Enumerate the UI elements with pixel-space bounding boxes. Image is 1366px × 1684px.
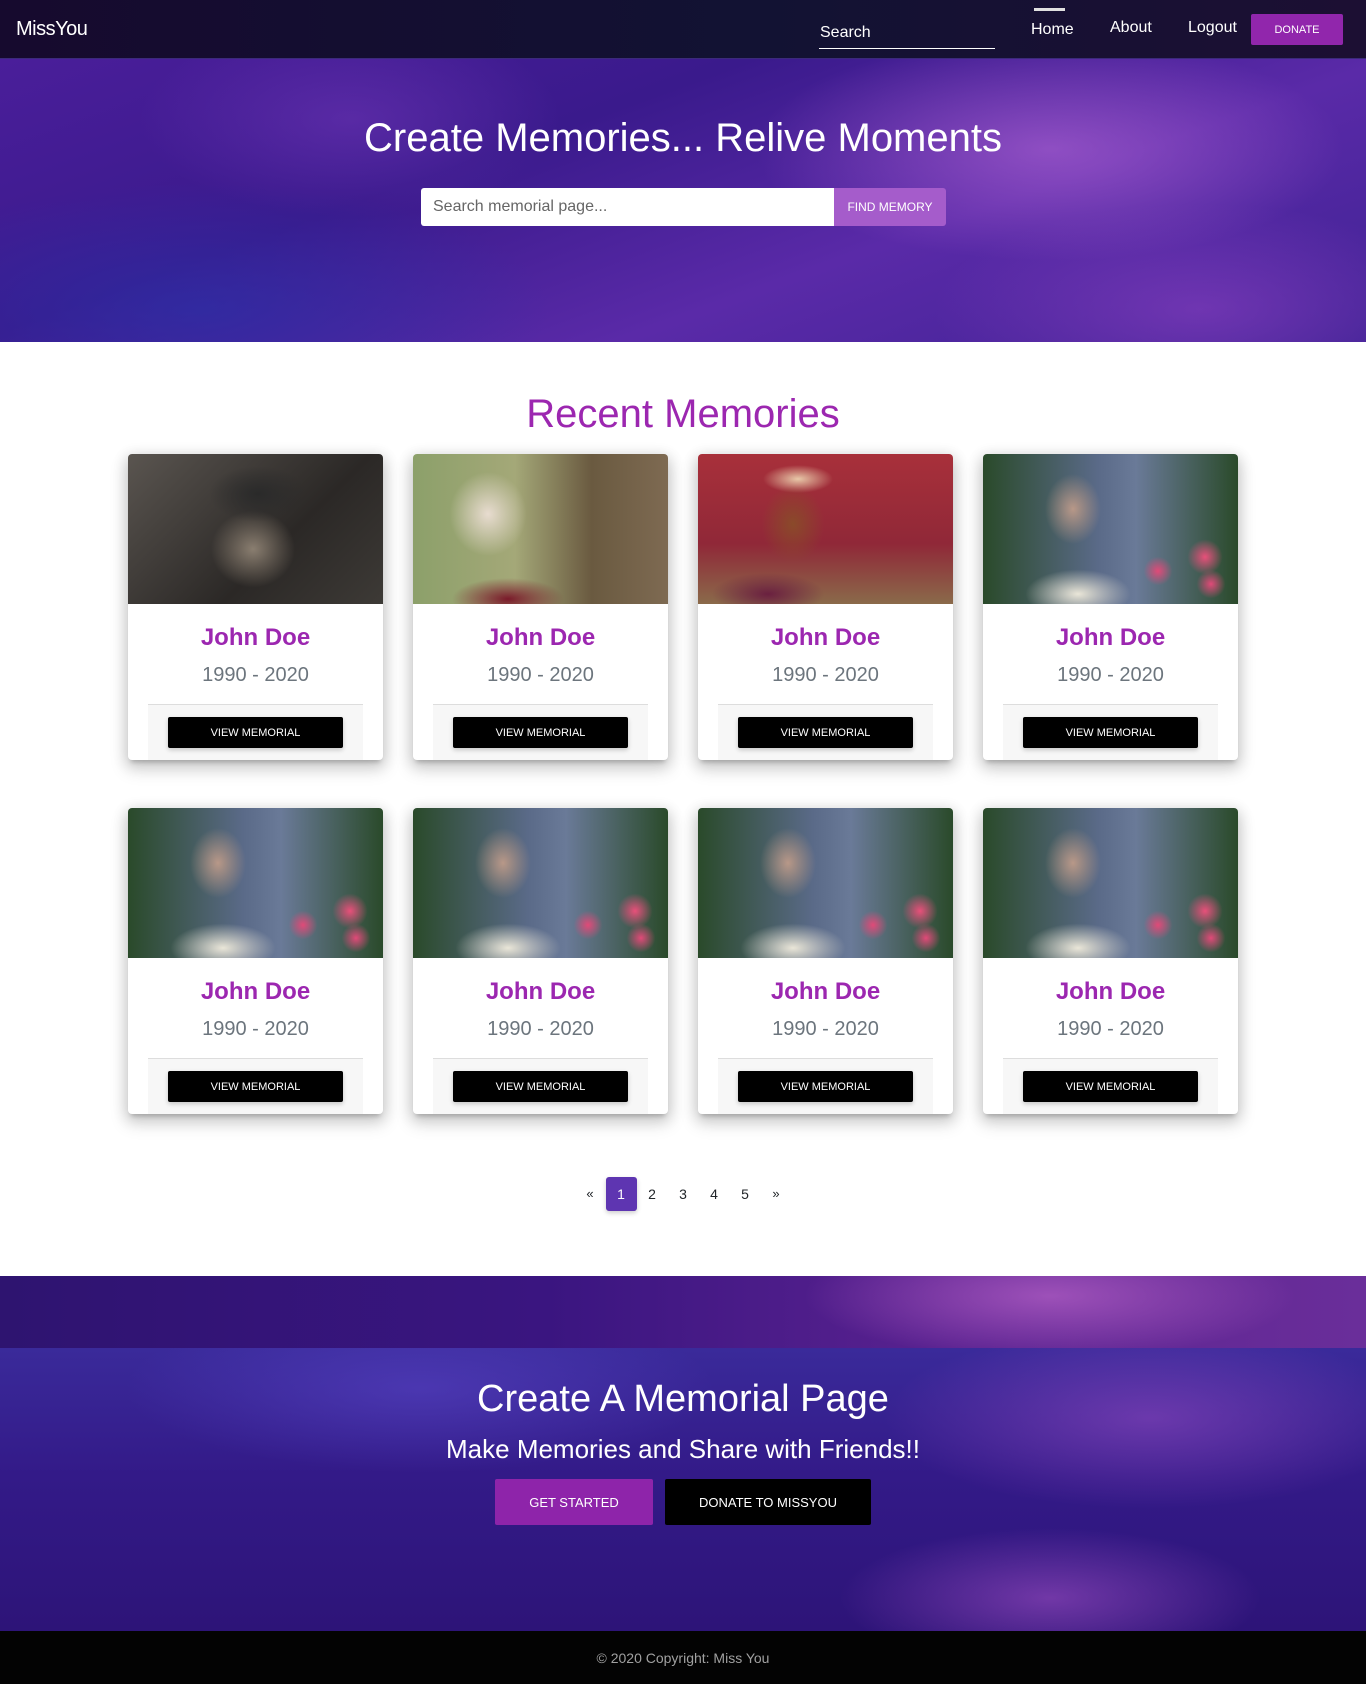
card-name: John Doe <box>485 624 596 651</box>
card-name: John Doe <box>1055 624 1166 651</box>
view-memorial-button[interactable]: VIEW MEMORIAL <box>738 1071 913 1102</box>
elderly-woman-flowers-photo[interactable] <box>983 808 1238 958</box>
hero-title: Create Memories... Relive Moments <box>364 116 1002 160</box>
view-memorial-button[interactable]: VIEW MEMORIAL <box>453 1071 628 1102</box>
copyright-text: © 2020 Copyright: Miss You <box>596 1650 770 1666</box>
nav-link-logout[interactable]: Logout <box>1188 19 1237 37</box>
memory-card: John Doe 1990 - 2020 VIEW MEMORIAL <box>983 454 1238 760</box>
card-years: 1990 - 2020 <box>1057 664 1164 686</box>
nav-active-indicator <box>1034 8 1065 11</box>
pagination-page-4[interactable]: 4 <box>699 1177 730 1211</box>
brand-logo[interactable]: MissYou <box>16 18 88 41</box>
pagination-page-2[interactable]: 2 <box>637 1177 668 1211</box>
card-years: 1990 - 2020 <box>487 664 594 686</box>
card-footer: VIEW MEMORIAL <box>1003 704 1218 760</box>
card-footer: VIEW MEMORIAL <box>433 704 648 760</box>
memory-card: John Doe 1990 - 2020 VIEW MEMORIAL <box>983 808 1238 1114</box>
card-name: John Doe <box>200 624 311 651</box>
memory-card: John Doe 1990 - 2020 VIEW MEMORIAL <box>128 454 383 760</box>
card-name: John Doe <box>1055 978 1166 1005</box>
card-years: 1990 - 2020 <box>772 1018 879 1040</box>
nav-link-about[interactable]: About <box>1110 19 1152 37</box>
elderly-woman-headscarf-photo[interactable] <box>698 454 953 604</box>
card-footer: VIEW MEMORIAL <box>433 1058 648 1114</box>
nav-search-input[interactable] <box>819 18 995 49</box>
recent-memories-title: Recent Memories <box>526 392 840 436</box>
elderly-woman-flowers-photo[interactable] <box>128 808 383 958</box>
pagination-next[interactable]: » <box>761 1177 792 1211</box>
cta-subtitle: Make Memories and Share with Friends!! <box>446 1434 920 1464</box>
card-footer: VIEW MEMORIAL <box>718 704 933 760</box>
card-years: 1990 - 2020 <box>487 1018 594 1040</box>
card-name: John Doe <box>770 978 881 1005</box>
card-years: 1990 - 2020 <box>1057 1018 1164 1040</box>
elderly-woman-flowers-photo[interactable] <box>413 808 668 958</box>
memory-card: John Doe 1990 - 2020 VIEW MEMORIAL <box>413 808 668 1114</box>
elderly-woman-tree-photo[interactable] <box>413 454 668 604</box>
view-memorial-button[interactable]: VIEW MEMORIAL <box>168 717 343 748</box>
donate-to-missyou-button[interactable]: DONATE TO MISSYOU <box>665 1479 871 1525</box>
view-memorial-button[interactable]: VIEW MEMORIAL <box>453 717 628 748</box>
cta-title: Create A Memorial Page <box>477 1378 889 1420</box>
cta-top-band <box>0 1276 1366 1348</box>
card-name: John Doe <box>200 978 311 1005</box>
get-started-button[interactable]: GET STARTED <box>495 1479 653 1525</box>
memorial-search-input[interactable] <box>421 188 834 226</box>
pagination-page-3[interactable]: 3 <box>668 1177 699 1211</box>
card-years: 1990 - 2020 <box>202 664 309 686</box>
find-memory-button[interactable]: FIND MEMORY <box>834 188 946 226</box>
card-footer: VIEW MEMORIAL <box>148 704 363 760</box>
view-memorial-button[interactable]: VIEW MEMORIAL <box>738 717 913 748</box>
card-name: John Doe <box>770 624 881 651</box>
cta-section: Create A Memorial Page Make Memories and… <box>0 1348 1366 1631</box>
card-years: 1990 - 2020 <box>772 664 879 686</box>
card-footer: VIEW MEMORIAL <box>1003 1058 1218 1114</box>
elderly-woman-flowers-photo[interactable] <box>698 808 953 958</box>
pagination-page-5[interactable]: 5 <box>730 1177 761 1211</box>
memory-card: John Doe 1990 - 2020 VIEW MEMORIAL <box>698 454 953 760</box>
pagination-prev[interactable]: « <box>575 1177 606 1211</box>
card-years: 1990 - 2020 <box>202 1018 309 1040</box>
card-footer: VIEW MEMORIAL <box>718 1058 933 1114</box>
elderly-woman-flowers-photo[interactable] <box>983 454 1238 604</box>
pagination-page-1[interactable]: 1 <box>605 1177 637 1211</box>
donate-button[interactable]: DONATE <box>1251 14 1343 45</box>
navbar: MissYou Home About Logout DONATE <box>0 0 1366 59</box>
view-memorial-button[interactable]: VIEW MEMORIAL <box>1023 717 1198 748</box>
memory-card: John Doe 1990 - 2020 VIEW MEMORIAL <box>413 454 668 760</box>
view-memorial-button[interactable]: VIEW MEMORIAL <box>168 1071 343 1102</box>
card-name: John Doe <box>485 978 596 1005</box>
hero-banner: Create Memories... Relive Moments FIND M… <box>0 59 1366 342</box>
man-in-cap-photo[interactable] <box>128 454 383 604</box>
card-footer: VIEW MEMORIAL <box>148 1058 363 1114</box>
footer: © 2020 Copyright: Miss You <box>0 1631 1366 1684</box>
nav-link-home[interactable]: Home <box>1031 21 1074 39</box>
pagination: « 1 2 3 4 5 » <box>0 1177 1366 1211</box>
memory-card: John Doe 1990 - 2020 VIEW MEMORIAL <box>128 808 383 1114</box>
memory-card: John Doe 1990 - 2020 VIEW MEMORIAL <box>698 808 953 1114</box>
view-memorial-button[interactable]: VIEW MEMORIAL <box>1023 1071 1198 1102</box>
